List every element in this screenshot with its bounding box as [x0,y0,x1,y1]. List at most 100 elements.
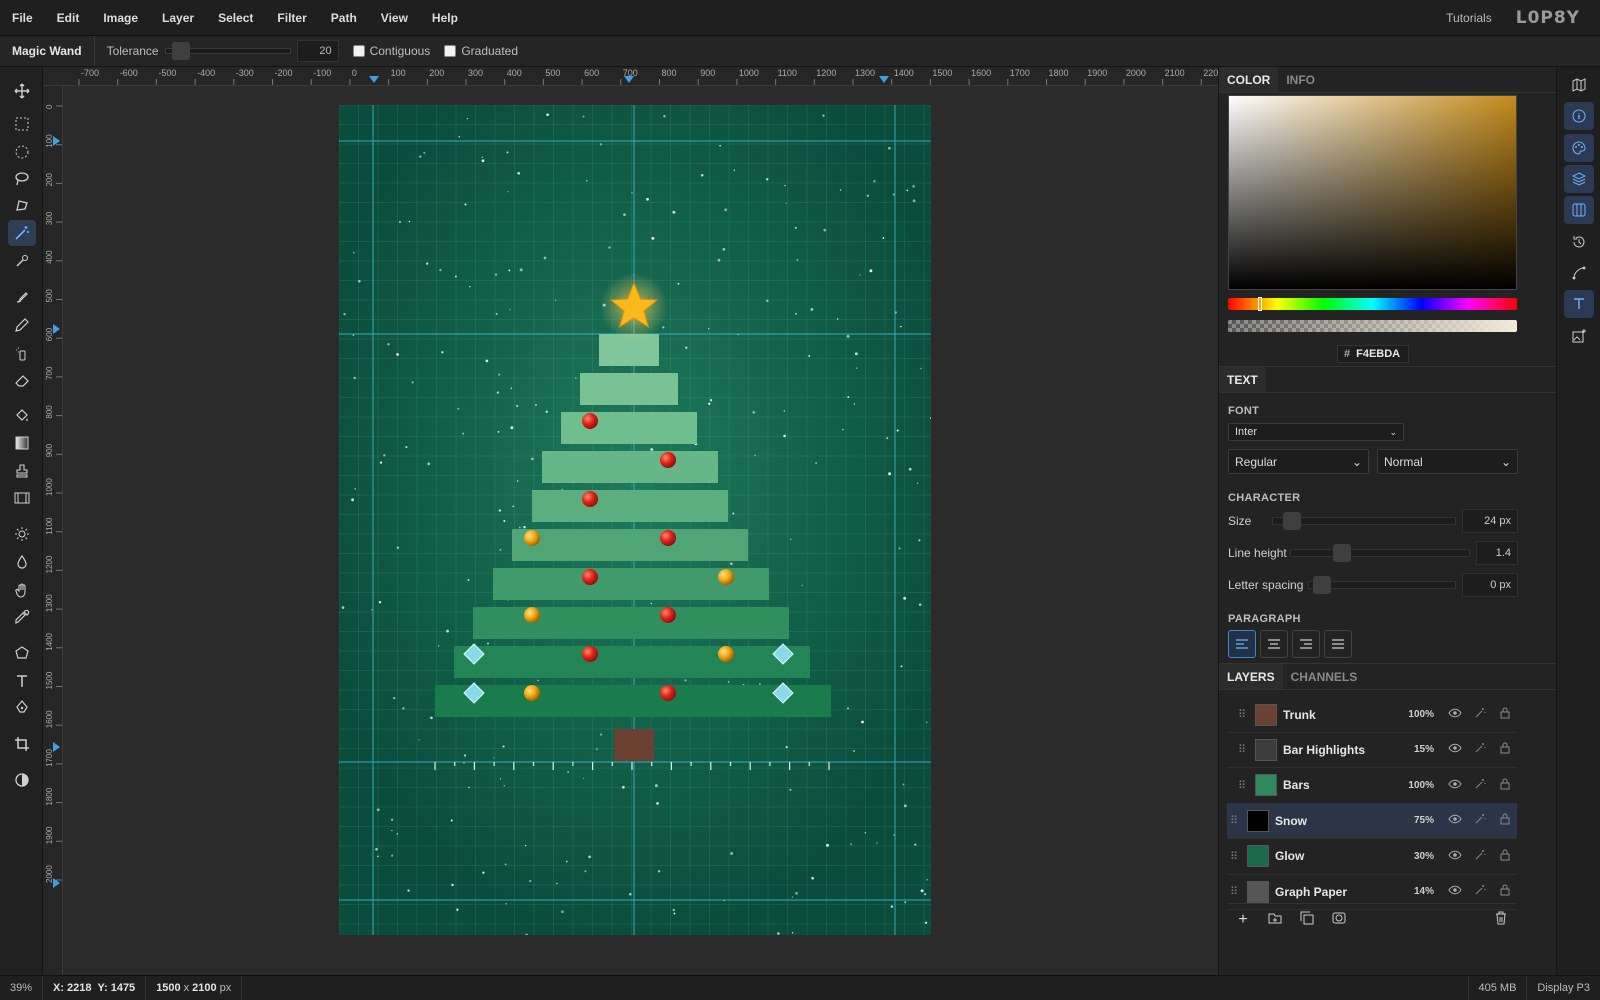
tab-layers[interactable]: LAYERS [1219,664,1283,689]
polygon-shape-icon[interactable] [8,640,36,666]
image-add-icon[interactable] [1564,322,1594,350]
size-input[interactable]: 24 px [1462,509,1518,533]
menu-select[interactable]: Select [206,11,265,25]
crop-icon[interactable] [8,731,36,757]
layer-name[interactable]: Snow [1275,814,1394,828]
columns-icon[interactable] [1564,196,1594,224]
ruler-vertical[interactable]: 0 100 200 300 400 500 600 700 800 900 1000 1100 1200… [43,86,63,975]
paths-icon[interactable] [1564,259,1594,287]
layer-opacity[interactable]: 15% [1394,744,1434,755]
stamp-icon[interactable] [8,458,36,484]
align-center-button[interactable] [1260,630,1288,658]
film-icon[interactable] [8,485,36,511]
letter-spacing-slider-thumb[interactable] [1313,576,1331,594]
hue-slider-thumb[interactable] [1258,297,1262,311]
size-slider-thumb[interactable] [1283,512,1301,530]
hand-icon[interactable] [8,577,36,603]
lock-icon[interactable] [1492,884,1517,899]
layer-opacity[interactable]: 100% [1394,780,1434,791]
document-canvas[interactable] [339,105,931,935]
ruler-horizontal[interactable]: -700 -600 -500 -400 -300 -200 -100 0 100 200 300 40… [43,67,1218,86]
text-tool-icon[interactable] [8,668,36,694]
layer-name[interactable]: Bars [1283,778,1394,792]
ellipse-marquee-icon[interactable] [8,139,36,165]
menu-edit[interactable]: Edit [45,11,92,25]
contiguous-checkbox[interactable] [352,45,365,57]
menu-file[interactable]: File [0,11,45,25]
guide-marker[interactable] [53,742,60,752]
new-group-icon[interactable] [1259,912,1291,927]
tab-info[interactable]: INFO [1278,67,1323,92]
line-height-input[interactable]: 1.4 [1476,541,1518,565]
drag-handle-icon[interactable]: ⠿ [1227,850,1241,863]
font-style-select[interactable]: Regular ⌄ [1228,449,1369,474]
guide-marker[interactable] [879,76,889,83]
effects-icon[interactable] [1467,884,1492,899]
pencil-icon[interactable] [8,312,36,338]
menu-layer[interactable]: Layer [150,11,206,25]
eye-icon[interactable] [1442,814,1467,827]
fill-bucket-icon[interactable] [8,403,36,429]
layer-row[interactable]: ⠿ Snow 75% [1227,803,1517,840]
effects-icon[interactable] [1467,849,1492,864]
layer-name[interactable]: Graph Paper [1275,885,1394,899]
tolerance-slider-thumb[interactable] [171,42,190,60]
history-icon[interactable] [1564,228,1594,256]
menu-filter[interactable]: Filter [265,11,318,25]
hex-input[interactable]: # F4EBDA [1337,345,1409,363]
delete-layer-icon[interactable] [1485,911,1517,928]
layer-row[interactable]: ⠿ Bar Highlights 15% [1227,732,1517,769]
layer-name[interactable]: Glow [1275,849,1394,863]
layers-icon[interactable] [1564,165,1594,193]
size-slider[interactable] [1272,512,1456,530]
effects-icon[interactable] [1467,778,1492,793]
move-tool-icon[interactable] [8,78,36,104]
layer-opacity[interactable]: 30% [1394,851,1434,862]
menu-view[interactable]: View [369,11,420,25]
gradient-icon[interactable] [8,430,36,456]
layer-opacity[interactable]: 100% [1394,709,1434,720]
drag-handle-icon[interactable]: ⠿ [1235,743,1249,756]
layer-opacity[interactable]: 75% [1394,815,1434,826]
layer-row[interactable]: ⠿ Bars 100% [1227,768,1517,804]
dodge-icon[interactable] [8,521,36,547]
eye-icon[interactable] [1442,885,1467,898]
layer-opacity[interactable]: 14% [1394,886,1434,897]
lasso-icon[interactable] [8,166,36,192]
rect-marquee-icon[interactable] [8,111,36,137]
lock-icon[interactable] [1492,813,1517,828]
tolerance-slider[interactable] [164,42,291,60]
polygon-lasso-icon[interactable] [8,193,36,219]
letter-spacing-input[interactable]: 0 px [1462,573,1518,597]
layer-name[interactable]: Trunk [1283,708,1394,722]
tolerance-input[interactable]: 20 [296,40,339,62]
guide-marker[interactable] [53,324,60,334]
graduated-option[interactable]: Graduated [444,44,518,58]
align-left-button[interactable] [1228,630,1256,658]
eraser-icon[interactable] [8,367,36,393]
letter-spacing-slider[interactable] [1308,576,1456,594]
blur-drop-icon[interactable] [8,549,36,575]
drag-handle-icon[interactable]: ⠿ [1235,708,1249,721]
map-icon[interactable] [1564,71,1594,99]
contiguous-option[interactable]: Contiguous [352,44,430,58]
brush-icon[interactable] [8,284,36,310]
tab-text[interactable]: TEXT [1219,367,1266,392]
drag-handle-icon[interactable]: ⠿ [1235,779,1249,792]
text-panel-icon[interactable] [1564,290,1594,318]
lock-icon[interactable] [1492,707,1517,722]
line-height-slider-thumb[interactable] [1333,544,1351,562]
canvas-area[interactable] [63,86,1218,975]
layer-mask-icon[interactable] [1323,912,1355,927]
tab-channels[interactable]: CHANNELS [1283,664,1366,689]
color-picker-field[interactable] [1228,95,1517,290]
eye-icon[interactable] [1442,743,1467,756]
lock-icon[interactable] [1492,849,1517,864]
info-icon[interactable] [1564,102,1594,130]
drag-handle-icon[interactable]: ⠿ [1227,885,1241,898]
line-height-slider[interactable] [1290,544,1470,562]
graduated-checkbox[interactable] [444,45,457,57]
lock-icon[interactable] [1492,778,1517,793]
layer-name[interactable]: Bar Highlights [1283,743,1394,757]
menu-image[interactable]: Image [91,11,150,25]
